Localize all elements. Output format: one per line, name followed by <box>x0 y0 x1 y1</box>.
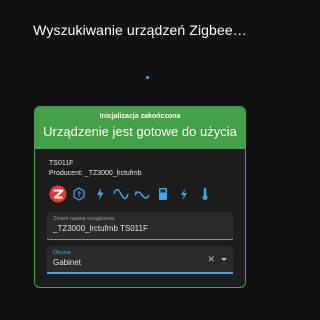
card-headline: Urządzenie jest gotowe do użycia <box>43 124 237 139</box>
thermometer-icon <box>196 185 214 203</box>
page: Wyszukiwanie urządzeń Zigbee… Inicjaliza… <box>0 0 280 320</box>
zigbee-logo-icon[interactable] <box>49 185 67 203</box>
rename-device-field[interactable]: Zmień nazwę urządzenia _TZ3000_lrctufmb … <box>47 212 233 240</box>
spinner-indicator <box>146 76 149 79</box>
area-input[interactable]: Gabinet <box>53 257 227 268</box>
card-body: TS011F Producent: _TZ3000_lrctufmb ? Zmi… <box>35 149 245 274</box>
device-model: TS011F <box>49 160 74 167</box>
area-field-actions: ✕ <box>207 255 227 264</box>
status-text: Inicjalizacja zakończona <box>99 113 181 120</box>
power-icon <box>175 185 193 203</box>
area-select-field[interactable]: Obszar Gabinet ✕ <box>47 246 233 274</box>
help-badge-icon: ? <box>70 185 88 203</box>
capability-icons: ? <box>49 184 231 204</box>
flash-icon <box>91 185 109 203</box>
clear-icon[interactable]: ✕ <box>207 255 215 264</box>
meter-icon <box>154 185 172 203</box>
current-wave-icon <box>133 185 151 203</box>
device-producer: Producent: _TZ3000_lrctufmb <box>49 170 142 177</box>
rename-device-label: Zmień nazwę urządzenia <box>53 216 115 222</box>
device-card: Inicjalizacja zakończona Urządzenie jest… <box>34 106 246 288</box>
dialog-title: Wyszukiwanie urządzeń Zigbee… <box>33 22 247 38</box>
card-header: Inicjalizacja zakończona Urządzenie jest… <box>35 107 245 149</box>
rename-device-input[interactable]: _TZ3000_lrctufmb TS011F <box>53 223 227 234</box>
svg-text:?: ? <box>77 191 81 199</box>
sine-wave-icon <box>112 185 130 203</box>
area-label: Obszar <box>53 250 71 256</box>
dropdown-arrow-icon[interactable] <box>221 258 227 261</box>
